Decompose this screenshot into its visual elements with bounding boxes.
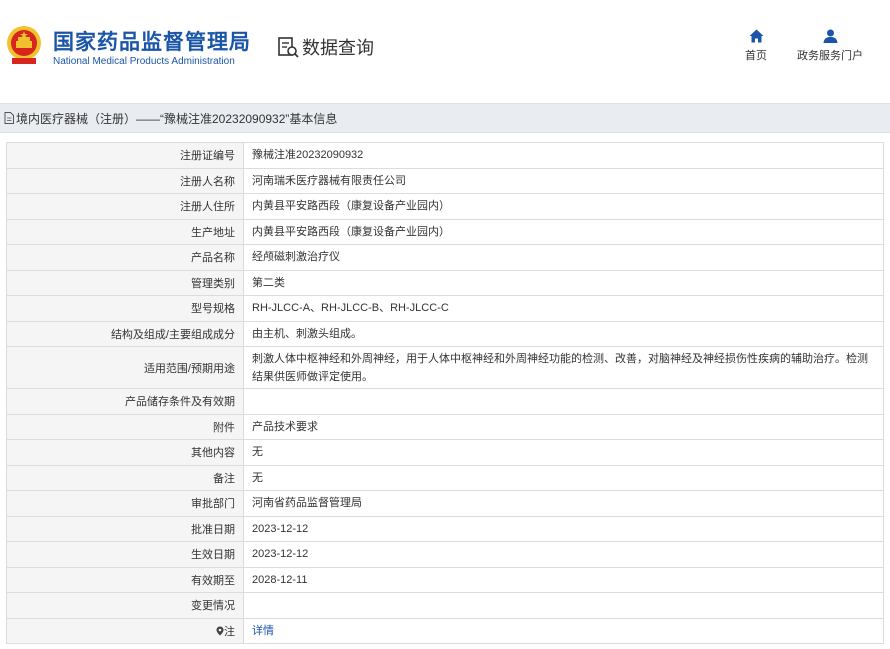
row-label: 生产地址 (6, 218, 244, 245)
home-icon (749, 29, 763, 43)
site-subtitle: National Medical Products Administration (53, 56, 235, 67)
row-label: 注册证编号 (6, 142, 244, 169)
table-row: 注册人住所 内黄县平安路西段（康复设备产业园内） (6, 193, 884, 220)
location-pin-icon (216, 626, 224, 636)
row-label: 管理类别 (6, 269, 244, 296)
table-row: 审批部门 河南省药品监督管理局 (6, 490, 884, 517)
row-value: 河南省药品监督管理局 (243, 490, 884, 517)
row-label: 型号规格 (6, 295, 244, 322)
row-label: 注册人名称 (6, 167, 244, 194)
document-icon (4, 112, 14, 124)
row-value: 2023-12-12 (243, 541, 884, 568)
table-row: 生产地址 内黄县平安路西段（康复设备产业园内） (6, 218, 884, 245)
table-row: 批准日期 2023-12-12 (6, 515, 884, 542)
table-row: 附件 产品技术要求 (6, 413, 884, 440)
row-value (243, 388, 884, 415)
table-row: 变更情况 (6, 592, 884, 619)
row-value: 第二类 (243, 269, 884, 296)
table-row: 管理类别 第二类 (6, 269, 884, 296)
table-row: 生效日期 2023-12-12 (6, 541, 884, 568)
row-label: 附件 (6, 413, 244, 440)
nav-home-label: 首页 (745, 50, 767, 62)
table-row: 注册证编号 豫械注准20232090932 (6, 142, 884, 169)
row-label: 其他内容 (6, 439, 244, 466)
data-query-link[interactable]: 数据查询 (277, 34, 374, 60)
row-label: 生效日期 (6, 541, 244, 568)
table-row: 其他内容 无 (6, 439, 884, 466)
nav-service-portal[interactable]: 政务服务门户 (797, 29, 863, 63)
table-row: 注册人名称 河南瑞禾医疗器械有限责任公司 (6, 167, 884, 194)
document-search-icon (278, 37, 299, 58)
row-label: 适用范围/预期用途 (6, 346, 244, 389)
row-value: 内黄县平安路西段（康复设备产业园内） (243, 193, 884, 220)
row-value: 2023-12-12 (243, 515, 884, 542)
breadcrumb: 境内医疗器械（注册）——“豫械注准20232090932”基本信息 (0, 103, 890, 133)
breadcrumb-text: 境内医疗器械（注册）——“豫械注准20232090932”基本信息 (16, 111, 338, 126)
nav-home[interactable]: 首页 (742, 29, 770, 63)
row-value: 豫械注准20232090932 (243, 142, 884, 169)
row-value: 详情 (243, 617, 884, 644)
row-value: 刺激人体中枢神经和外周神经，用于人体中枢神经和外周神经功能的检测、改善，对脑神经… (243, 346, 884, 389)
user-icon (823, 29, 837, 43)
row-value: 无 (243, 439, 884, 466)
row-value: 2028-12-11 (243, 566, 884, 593)
row-label: 注 (224, 625, 235, 638)
details-link[interactable]: 详情 (252, 625, 274, 637)
table-row: 产品名称 经颅磁刺激治疗仪 (6, 244, 884, 271)
row-label: 结构及组成/主要组成成分 (6, 320, 244, 347)
row-value (243, 592, 884, 619)
row-value: 经颅磁刺激治疗仪 (243, 244, 884, 271)
row-label: 审批部门 (6, 490, 244, 517)
note-label-cell: 注 (6, 617, 244, 644)
row-value: 产品技术要求 (243, 413, 884, 440)
row-value: 河南瑞禾医疗器械有限责任公司 (243, 167, 884, 194)
row-value: 由主机、刺激头组成。 (243, 320, 884, 347)
site-title: 国家药品监督管理局 (53, 31, 251, 54)
table-row: 备注 无 (6, 464, 884, 491)
row-value: RH-JLCC-A、RH-JLCC-B、RH-JLCC-C (243, 295, 884, 322)
table-row: 有效期至 2028-12-11 (6, 566, 884, 593)
row-label: 变更情况 (6, 592, 244, 619)
row-label: 批准日期 (6, 515, 244, 542)
table-row: 型号规格 RH-JLCC-A、RH-JLCC-B、RH-JLCC-C (6, 295, 884, 322)
table-row: 结构及组成/主要组成成分 由主机、刺激头组成。 (6, 320, 884, 347)
table-row: 适用范围/预期用途 刺激人体中枢神经和外周神经，用于人体中枢神经和外周神经功能的… (6, 346, 884, 389)
row-label: 备注 (6, 464, 244, 491)
data-query-label: 数据查询 (302, 38, 374, 58)
row-label: 产品储存条件及有效期 (6, 388, 244, 415)
table-row: 注 详情 (6, 617, 884, 644)
table-row: 产品储存条件及有效期 (6, 388, 884, 415)
row-label: 产品名称 (6, 244, 244, 271)
row-label: 注册人住所 (6, 193, 244, 220)
row-value: 内黄县平安路西段（康复设备产业园内） (243, 218, 884, 245)
detail-table: 注册证编号 豫械注准20232090932 注册人名称 河南瑞禾医疗器械有限责任… (6, 142, 884, 644)
row-label: 有效期至 (6, 566, 244, 593)
nav-portal-label: 政务服务门户 (797, 50, 863, 62)
national-emblem-icon (7, 26, 41, 64)
row-value: 无 (243, 464, 884, 491)
site-header: 国家药品监督管理局 National Medical Products Admi… (0, 0, 890, 92)
